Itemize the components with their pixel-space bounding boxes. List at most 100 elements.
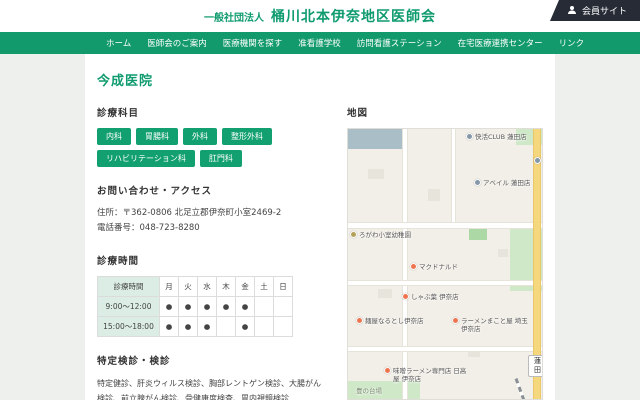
main-nav: ホーム 医師会のご案内 医療機関を探す 准看護学校 訪問看護ステーション 在宅医… (0, 32, 640, 54)
map-place-label: 豊の台場 (356, 387, 382, 395)
department-tag[interactable]: 整形外科 (222, 128, 272, 145)
map-building (368, 169, 384, 179)
departments-heading: 診療科目 (97, 105, 325, 119)
page-title: 今成医院 (97, 70, 543, 89)
day-header: 木 (217, 276, 236, 296)
member-site-label: 会員サイト (582, 4, 627, 17)
day-header: 月 (160, 276, 179, 296)
map-station: 蓮田 (528, 355, 543, 377)
map-station-label: 蓮田 (528, 355, 543, 377)
map-heading: 地図 (347, 105, 543, 119)
department-tag[interactable]: 内科 (97, 128, 131, 145)
open-mark (274, 296, 293, 316)
map-road (403, 129, 407, 399)
department-tag[interactable]: 外科 (183, 128, 217, 145)
restaurant-marker-icon (356, 317, 363, 324)
department-tag[interactable]: 肛門科 (200, 150, 242, 167)
address-text: 住所：〒362-0806 北足立郡伊奈町小室2469-2 (97, 206, 325, 221)
day-header: 土 (255, 276, 274, 296)
time-slot: 15:00〜18:00 (98, 316, 160, 336)
map-place: 麺屋なるとし伊奈店 (356, 317, 424, 325)
map-place: しゃぶ葉 伊奈店 (402, 293, 459, 301)
hours-table: 診療時間 月 火 水 木 金 土 日 9:00〜12:00 ● ● ● (97, 276, 293, 337)
org-name: 桶川北本伊奈地区医師会 (271, 6, 436, 26)
hours-row-afternoon: 15:00〜18:00 ● ● ● ● (98, 316, 293, 336)
map-road (452, 129, 455, 227)
contact-heading: お問い合わせ・アクセス (97, 183, 325, 197)
map-place: マクドナルド (410, 263, 458, 271)
open-mark: ● (198, 316, 217, 336)
nav-item-find-clinic[interactable]: 医療機関を探す (223, 37, 283, 49)
map-building (378, 289, 392, 298)
nav-item-visiting-nurse[interactable]: 訪問看護ステーション (357, 37, 442, 49)
restaurant-marker-icon (384, 367, 391, 374)
department-tag[interactable]: リハビリテーション科 (97, 150, 195, 167)
open-mark: ● (236, 296, 255, 316)
nav-item-nursing-school[interactable]: 准看護学校 (298, 37, 341, 49)
map-place: 味噌ラーメン専門店 日高屋 伊奈店 (384, 367, 472, 383)
person-icon (567, 5, 577, 17)
map-water-patch (348, 129, 402, 149)
hours-row-morning: 9:00〜12:00 ● ● ● ● ● (98, 296, 293, 316)
open-mark: ● (160, 296, 179, 316)
map-place: アベイル 蓮田店 (474, 179, 530, 187)
map-place: 快活CLUB 蓮田店 (466, 133, 527, 141)
content-card: 今成医院 診療科目 内科 胃腸科 外科 整形外科 リハビリテーション科 肛門科 … (85, 54, 555, 400)
map-place-label: しゃぶ葉 伊奈店 (411, 293, 459, 301)
hours-header-row: 診療時間 月 火 水 木 金 土 日 (98, 276, 293, 296)
open-mark (255, 316, 274, 336)
open-mark (274, 316, 293, 336)
map-place: 豊の台場 (356, 387, 382, 395)
day-header: 日 (274, 276, 293, 296)
day-header: 水 (198, 276, 217, 296)
open-mark (217, 316, 236, 336)
open-mark: ● (179, 296, 198, 316)
map-road (348, 223, 542, 228)
hours-table-label: 診療時間 (98, 276, 160, 296)
restaurant-marker-icon (452, 317, 459, 324)
day-header: 金 (236, 276, 255, 296)
map-place-label: 快活CLUB 蓮田店 (475, 133, 527, 141)
restaurant-marker-icon (402, 293, 409, 300)
checkups-text: 特定健診、肝炎ウィルス検診、胸部レントゲン検診、大腸がん検診、前立腺がん検診、骨… (97, 376, 325, 400)
site-title: 一般社団法人 桶川北本伊奈地区医師会 (204, 6, 436, 26)
restaurant-marker-icon (410, 263, 417, 270)
hours-heading: 診療時間 (97, 253, 325, 267)
open-mark: ● (160, 316, 179, 336)
department-tags: 内科 胃腸科 外科 整形外科 リハビリテーション科 肛門科 (97, 128, 325, 167)
map-place-label: ろがわ小室幼稚園 (359, 231, 411, 239)
member-site-button[interactable]: 会員サイト (550, 0, 640, 21)
site-header: 一般社団法人 桶川北本伊奈地区医師会 会員サイト (0, 0, 640, 32)
map-road (348, 347, 542, 351)
map-canvas[interactable]: 快活CLUB 蓮田店 キッチンか アベイル 蓮田店 ろがわ小室幼稚園 (347, 128, 543, 400)
content-columns: 診療科目 内科 胃腸科 外科 整形外科 リハビリテーション科 肛門科 お問い合わ… (97, 105, 543, 400)
map-place: ろがわ小室幼稚園 (350, 231, 411, 239)
day-header: 火 (179, 276, 198, 296)
open-mark: ● (217, 296, 236, 316)
open-mark: ● (198, 296, 217, 316)
map-building (428, 189, 440, 201)
map-place-label: ラーメンまこと屋 埼玉伊奈店 (461, 317, 528, 333)
open-mark: ● (236, 316, 255, 336)
nav-item-about[interactable]: 医師会のご案内 (147, 37, 207, 49)
open-mark: ● (179, 316, 198, 336)
org-prefix: 一般社団法人 (204, 9, 264, 24)
open-mark (255, 296, 274, 316)
nav-item-homecare-center[interactable]: 在宅医療連携センター (458, 37, 543, 49)
department-tag[interactable]: 胃腸科 (136, 128, 178, 145)
nav-item-links[interactable]: リンク (559, 37, 585, 49)
store-marker-icon (474, 179, 481, 186)
store-marker-icon (534, 157, 541, 164)
map-place-label: マクドナルド (419, 263, 458, 271)
nav-item-home[interactable]: ホーム (106, 37, 131, 49)
map-column: 地図 (347, 105, 543, 400)
map-building (498, 249, 508, 257)
map-place-label: 麺屋なるとし伊奈店 (365, 317, 424, 325)
page: 一般社団法人 桶川北本伊奈地区医師会 会員サイト ホーム 医師会のご案内 医療機… (0, 0, 640, 400)
map-place: ラーメンまこと屋 埼玉伊奈店 (452, 317, 528, 333)
map-place-label: アベイル 蓮田店 (483, 179, 530, 187)
map-place-label: 味噌ラーメン専門店 日高屋 伊奈店 (393, 367, 472, 383)
map-road (348, 281, 542, 285)
phone-text: 電話番号：048-723-8280 (97, 221, 325, 236)
clinic-details-column: 診療科目 内科 胃腸科 外科 整形外科 リハビリテーション科 肛門科 お問い合わ… (97, 105, 325, 400)
